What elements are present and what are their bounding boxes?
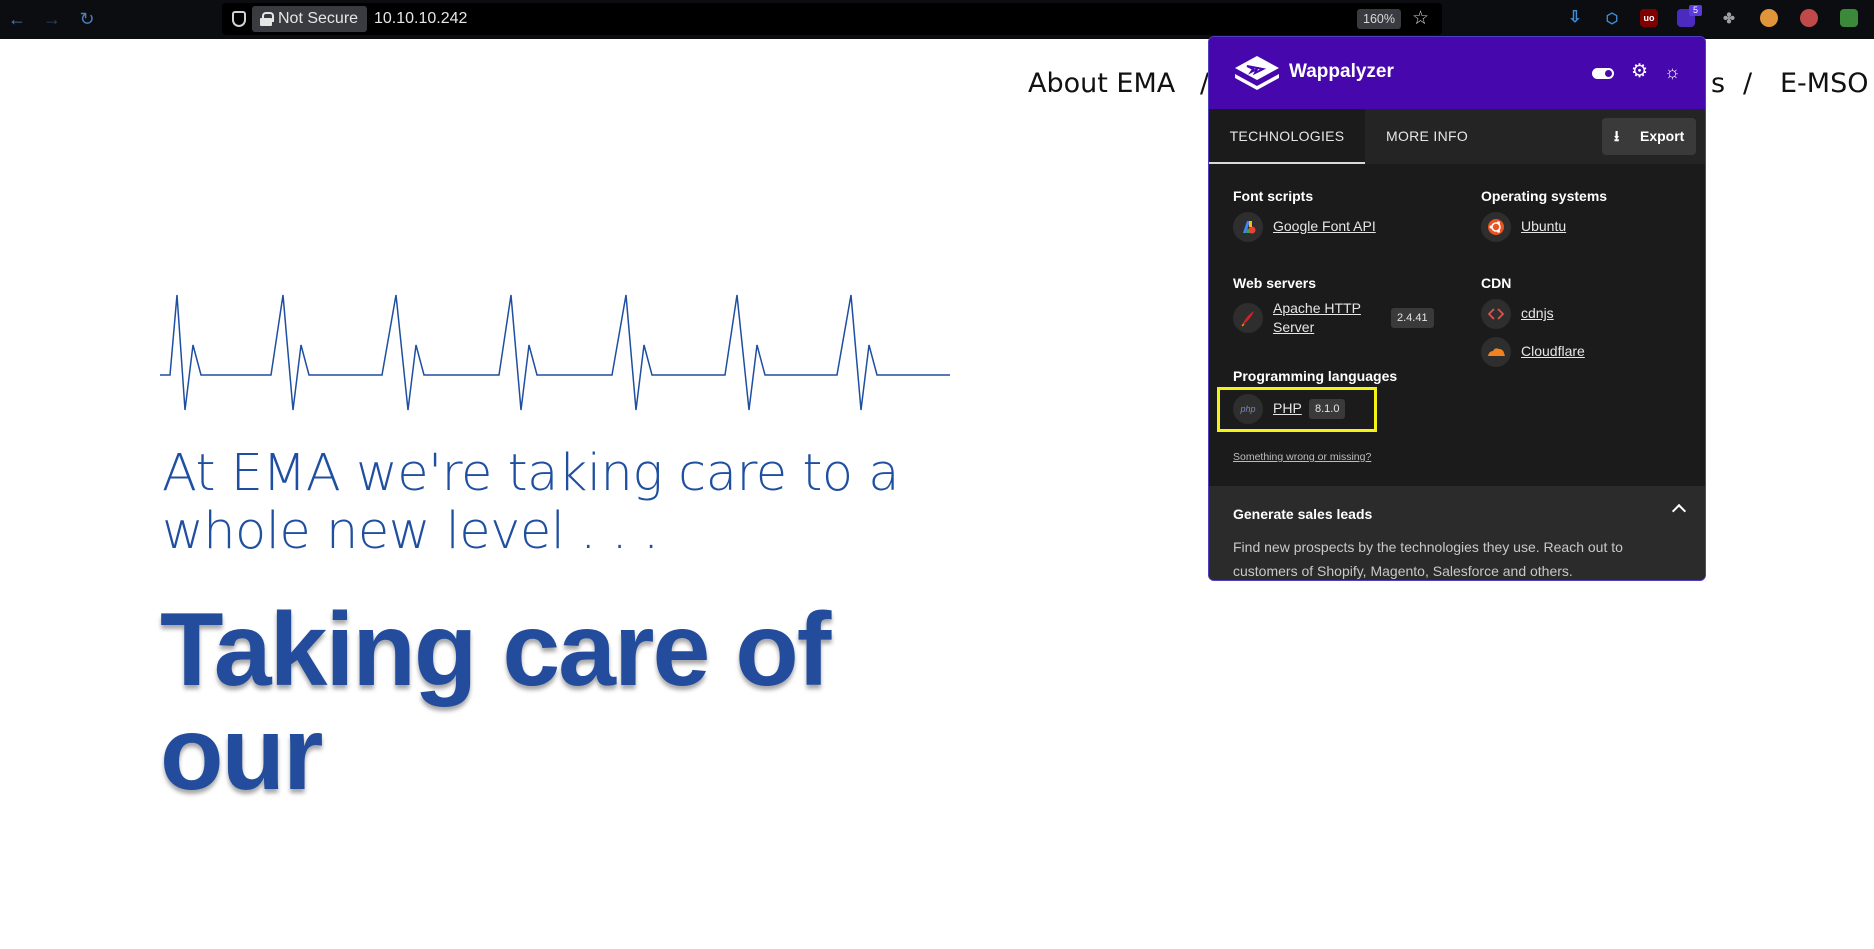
lock-icon (260, 12, 274, 26)
profile-extension-icon[interactable] (1800, 9, 1818, 27)
nav-separator: / (1743, 68, 1753, 99)
tech-name[interactable]: cdnjs (1521, 304, 1554, 323)
back-icon[interactable]: ← (6, 8, 28, 30)
wappalyzer-popup: Wappalyzer ⚙ ☼ TECHNOLOGIES MORE INFO ⭳ … (1208, 36, 1706, 581)
not-secure-badge[interactable]: Not Secure (252, 6, 368, 32)
bookmark-star-icon[interactable]: ☆ (1412, 7, 1429, 31)
nav-e-mso[interactable]: E-MSO (1780, 68, 1869, 99)
export-label: Export (1640, 128, 1685, 144)
category-web-servers: Web servers (1233, 275, 1317, 291)
theme-sun-icon[interactable]: ☼ (1664, 61, 1681, 83)
category-operating-systems: Operating systems (1481, 188, 1608, 204)
export-button[interactable]: ⭳ Export (1602, 118, 1696, 155)
url-text[interactable]: 10.10.10.242 (374, 3, 467, 35)
reload-icon[interactable]: ↻ (76, 8, 98, 30)
wappalyzer-title: Wappalyzer (1289, 61, 1394, 82)
gear-icon[interactable]: ⚙ (1631, 61, 1648, 83)
wappalyzer-header: Wappalyzer ⚙ ☼ (1209, 37, 1705, 109)
toggle-icon[interactable] (1592, 68, 1614, 79)
leads-title: Generate sales leads (1233, 506, 1373, 522)
tech-name-line2[interactable]: Server (1273, 318, 1314, 337)
tech-ubuntu[interactable]: Ubuntu (1481, 212, 1681, 242)
apache-feather-icon (1233, 303, 1263, 333)
sales-leads-section: Generate sales leads Find new prospects … (1209, 486, 1705, 580)
hero-heading: Taking care of our (160, 592, 831, 812)
cookie-extension-icon[interactable] (1760, 9, 1778, 27)
downloads-icon[interactable]: ⇩ (1566, 9, 1584, 27)
not-secure-label: Not Secure (278, 10, 359, 27)
php-highlight-box (1217, 387, 1377, 432)
leads-description: Find new prospects by the technologies t… (1233, 539, 1623, 579)
ubuntu-icon (1481, 212, 1511, 242)
cdnjs-icon (1481, 299, 1511, 329)
shield-icon[interactable] (232, 11, 246, 27)
chevron-up-icon[interactable] (1671, 503, 1687, 519)
category-cdn: CDN (1481, 275, 1512, 291)
version-badge: 2.4.41 (1391, 308, 1434, 328)
zoom-level[interactable]: 160% (1357, 9, 1401, 29)
url-bar[interactable]: Not Secure 10.10.10.242 160% ☆ (222, 3, 1442, 35)
browser-toolbar: ← → ↻ Not Secure 10.10.10.242 160% ☆ ⇩ ⬡… (0, 0, 1874, 39)
tech-cdnjs[interactable]: cdnjs (1481, 299, 1681, 329)
something-wrong-link[interactable]: Something wrong or missing? (1233, 451, 1371, 463)
cloudflare-icon (1481, 337, 1511, 367)
nav-item-partial[interactable]: s (1711, 68, 1725, 99)
tech-google-font-api[interactable]: Google Font API (1233, 212, 1433, 242)
google-font-api-icon (1233, 212, 1263, 242)
download-icon: ⭳ (1614, 128, 1620, 145)
tab-more-info[interactable]: MORE INFO (1365, 109, 1489, 164)
ublock-icon[interactable]: uo (1640, 9, 1658, 27)
heartbeat-line-graphic (160, 294, 950, 411)
tech-name[interactable]: Ubuntu (1521, 217, 1566, 236)
tech-name[interactable]: Google Font API (1273, 217, 1376, 236)
tech-name-line1[interactable]: Apache HTTP (1273, 299, 1361, 318)
category-programming-languages: Programming languages (1233, 368, 1398, 384)
wappalyzer-count-badge: 5 (1689, 5, 1702, 16)
shield-extension-icon[interactable] (1840, 9, 1858, 27)
tech-cloudflare[interactable]: Cloudflare (1481, 337, 1681, 367)
wappalyzer-logo-icon (1235, 56, 1279, 90)
ghost-extension-icon[interactable]: ✤ (1720, 9, 1738, 27)
category-font-scripts: Font scripts (1233, 188, 1314, 204)
nav-about-ema[interactable]: About EMA (1028, 68, 1175, 99)
tab-technologies[interactable]: TECHNOLOGIES (1209, 109, 1365, 164)
forward-icon[interactable]: → (41, 8, 63, 30)
tech-name[interactable]: Cloudflare (1521, 342, 1585, 361)
extensions-puzzle-icon[interactable]: ⬡ (1603, 9, 1621, 27)
hero-tagline: At EMA we're taking care to a whole new … (162, 444, 900, 561)
tech-apache-http-server[interactable]: Apache HTTP Server 2.4.41 (1233, 299, 1453, 339)
